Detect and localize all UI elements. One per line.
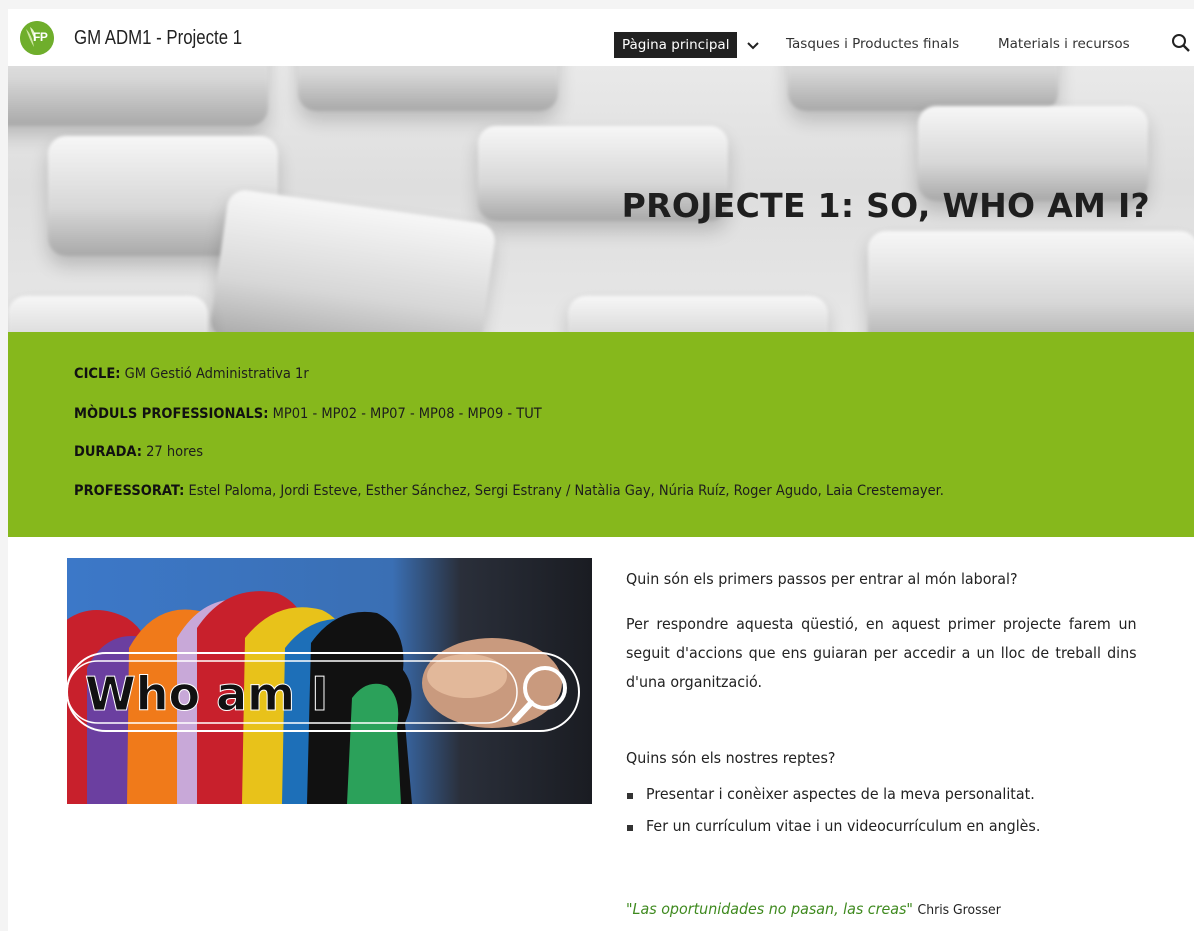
who-am-i-image: Who am I: [67, 558, 592, 804]
keyboard-key-shape: [568, 296, 828, 332]
hero-title: PROJECTE 1: SO, WHO AM I?: [621, 186, 1150, 225]
site-logo[interactable]: FP: [20, 21, 54, 55]
keyboard-key-shape: [8, 296, 208, 332]
info-moduls: MÒDULS PROFESSIONALS: MP01 - MP02 - MP07…: [74, 406, 542, 422]
info-durada-label: DURADA:: [74, 444, 142, 460]
info-professorat: PROFESSORAT: Estel Paloma, Jordi Esteve,…: [74, 483, 944, 499]
who-am-i-illustration: Who am I: [67, 558, 592, 804]
quote: "Las oportunidades no pasan, las creas" …: [626, 900, 1001, 918]
who-am-i-text: Who am I: [85, 667, 328, 721]
nav-item-tasques[interactable]: Tasques i Productes finals: [786, 36, 959, 52]
info-durada: DURADA: 27 hores: [74, 444, 203, 460]
info-moduls-value: MP01 - MP02 - MP07 - MP08 - MP09 - TUT: [268, 406, 542, 422]
site-title[interactable]: GM ADM1 - Projecte 1: [74, 27, 242, 50]
search-icon[interactable]: [1170, 32, 1192, 54]
info-professorat-value: Estel Paloma, Jordi Esteve, Esther Sánch…: [184, 483, 944, 499]
keyboard-key-shape: [208, 187, 498, 332]
nav-item-materials[interactable]: Materials i recursos: [998, 36, 1130, 52]
keyboard-key-shape: [8, 66, 268, 126]
project-info-band: CICLE: GM Gestió Administrativa 1r MÒDUL…: [8, 332, 1194, 537]
info-cicle-label: CICLE:: [74, 366, 121, 382]
site-header: FP GM ADM1 - Projecte 1 Pàgina principal…: [8, 9, 1194, 66]
page-edge-left: [0, 9, 8, 931]
question-1: Quin són els primers passos per entrar a…: [626, 570, 1018, 588]
info-moduls-label: MÒDULS PROFESSIONALS:: [74, 406, 269, 422]
logo-text: FP: [33, 30, 48, 44]
hero-banner: PROJECTE 1: SO, WHO AM I?: [8, 66, 1194, 332]
challenge-item-2: Fer un currículum vitae i un videocurríc…: [646, 817, 1041, 835]
intro-paragraph: Per respondre aquesta qüestió, en aquest…: [626, 615, 1137, 691]
bullet-marker: [627, 825, 633, 831]
keyboard-key-shape: [298, 66, 558, 111]
keyboard-key-shape: [788, 66, 1058, 111]
quote-text: "Las oportunidades no pasan, las creas": [626, 900, 913, 918]
keyboard-key-shape: [868, 231, 1194, 332]
page-edge-top: [0, 0, 1194, 9]
info-professorat-label: PROFESSORAT:: [74, 483, 185, 499]
bullet-marker: [627, 793, 633, 799]
question-2: Quins són els nostres reptes?: [626, 749, 836, 767]
info-durada-value: 27 hores: [141, 444, 204, 460]
challenge-item-1: Presentar i conèixer aspectes de la meva…: [646, 785, 1035, 803]
info-cicle-value: GM Gestió Administrativa 1r: [120, 366, 309, 382]
quote-author: Chris Grosser: [917, 902, 1001, 918]
nav-item-pagina-principal[interactable]: Pàgina principal: [614, 32, 738, 58]
chevron-down-icon[interactable]: [746, 39, 760, 53]
info-cicle: CICLE: GM Gestió Administrativa 1r: [74, 366, 309, 382]
